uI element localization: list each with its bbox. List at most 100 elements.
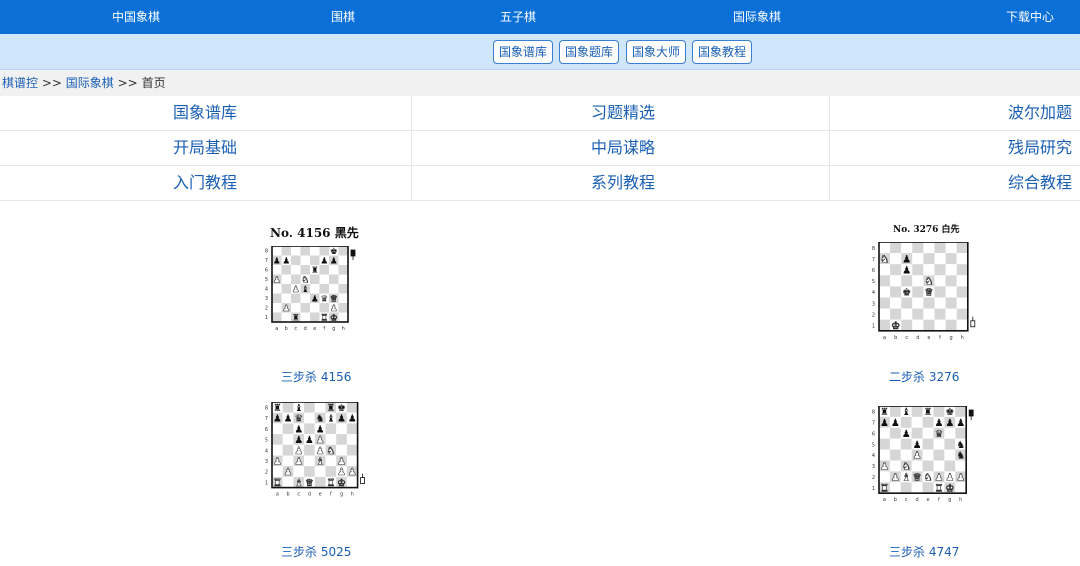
board-square [325, 466, 337, 477]
menu-general-tutorials[interactable]: 综合教程 [1008, 166, 1072, 200]
puzzle-link[interactable]: 三步杀 4156 [281, 368, 351, 385]
board-svg: 8 7 6 5 4 3 2 1 a b c d e f g h ♞ ♟♟ ♞ ♚ ♛ ♚ [872, 241, 976, 341]
board-square [944, 449, 956, 461]
black-piece-icon: ♟ [305, 435, 314, 446]
white-piece-icon: ♞ [301, 275, 309, 285]
black-piece-icon: ♟ [945, 418, 954, 429]
turn-indicator-icon [350, 249, 356, 257]
board-square [922, 460, 934, 472]
board-square [945, 297, 957, 309]
subnav-puzzle-library[interactable]: 国象题库 [559, 40, 620, 64]
white-piece-icon: ♟ [282, 304, 290, 314]
file-label: c [297, 492, 300, 498]
subnav-tutorials[interactable]: 国象教程 [692, 40, 753, 64]
menu-polgar-puzzles[interactable]: 波尔加题 [1008, 96, 1072, 130]
chess-board[interactable]: 8 7 6 5 4 3 2 1 a b c d e f g h ♚ ♟ ♟ ♟ ♟ ♜ ♟ ♞ ♟ ♝ ♟ ♛ ♛ ♟ ♟ ♜ ♜ ♚ [262, 245, 372, 346]
menu-selected-exercises[interactable]: 习题精选 [591, 96, 655, 130]
menu-row: 国象谱库 习题精选 波尔加题 [0, 96, 1080, 131]
chess-board[interactable]: 8 7 6 5 4 3 2 1 a b c d e f g h ♞ ♟ ♟ ♞ ♚ ♛ ♚ [869, 241, 981, 346]
rank-label: 4 [872, 453, 875, 459]
board-square [282, 476, 294, 488]
black-piece-icon: ♚ [902, 288, 911, 299]
file-label: g [950, 335, 953, 341]
board-square [338, 274, 348, 284]
rank-label: 4 [265, 287, 268, 293]
breadcrumb-section-link[interactable]: 国际象棋 [66, 76, 114, 90]
black-piece-icon: ♟ [282, 256, 290, 266]
board-square [282, 423, 294, 435]
board-square [934, 253, 946, 265]
chess-board[interactable]: 8 7 6 5 4 3 2 1 a b c d e f g h ♜ ♝ ♜ ♚ ♟ ♟ ♟ ♟ ♟ ♟ ♛ ♟ ♞ ♟ ♞ ♟ ♞ ♟ ♝ ♛ ♞ ♟ ♟ ♟… [869, 405, 981, 520]
board-square [911, 406, 923, 417]
black-piece-icon: ♝ [301, 285, 309, 295]
board-square [934, 308, 946, 320]
board-square [291, 265, 301, 275]
board-square [956, 297, 968, 309]
board-square [945, 286, 957, 298]
board-square [282, 444, 294, 456]
rank-label: 7 [872, 257, 875, 263]
board-square [955, 406, 967, 417]
board-square [923, 319, 935, 331]
breadcrumb-site-link[interactable]: 棋谱控 [2, 76, 38, 90]
board-square [956, 264, 968, 276]
subnav-masters[interactable]: 国象大师 [626, 40, 687, 64]
black-piece-icon: ♞ [316, 414, 325, 425]
board-square [901, 308, 913, 320]
file-label: a [883, 497, 886, 503]
board-square [900, 416, 912, 428]
rank-label: 6 [265, 427, 268, 433]
file-label: b [285, 326, 288, 332]
file-label: h [342, 326, 345, 332]
board-square [911, 427, 923, 439]
menu-row: 入门教程 系列教程 综合教程 [0, 166, 1080, 201]
white-piece-icon: ♟ [330, 304, 338, 314]
board-square [304, 444, 315, 456]
menu-opening-basics[interactable]: 开局基础 [173, 131, 237, 165]
board-square [314, 476, 326, 488]
board-square [912, 319, 924, 331]
board-square [956, 242, 968, 254]
black-piece-icon: ♟ [880, 418, 889, 429]
white-piece-icon: ♟ [284, 467, 293, 478]
puzzle-link[interactable]: 二步杀 3276 [889, 368, 959, 385]
chess-board[interactable]: 8 7 6 5 4 3 2 1 a b c d e f g h ♜ ♝ ♜ ♚ ♟ ♟ ♛ ♞ ♝ ♟ ♟ ♟ ♟ ♟ ♟ ♟ ♟ ♟ ♞ ♟ ♟ ♝ ♟ ♟… [262, 401, 374, 518]
file-label: h [351, 492, 354, 498]
nav-download-center[interactable]: 下载中心 [1006, 0, 1054, 34]
white-piece-icon: ♟ [292, 285, 300, 295]
board-square [934, 286, 946, 298]
menu-series-tutorials[interactable]: 系列教程 [591, 166, 655, 200]
subnav-game-library[interactable]: 国象谱库 [493, 40, 554, 64]
rank-label: 4 [872, 290, 875, 296]
menu-middlegame-strategy[interactable]: 中局谋略 [591, 131, 655, 165]
rank-label: 4 [265, 448, 268, 454]
white-piece-icon: ♟ [316, 435, 325, 446]
puzzle-link[interactable]: 三步杀 4747 [889, 543, 959, 560]
board-square [944, 460, 956, 472]
file-label: c [905, 335, 908, 341]
nav-international-chess[interactable]: 国际象棋 [733, 0, 781, 34]
file-label: e [927, 497, 930, 503]
white-piece-icon: ♟ [956, 473, 965, 484]
menu-divider [411, 96, 412, 201]
board-square [310, 284, 320, 294]
board-square [934, 275, 946, 287]
nav-chinese-chess[interactable]: 中国象棋 [112, 0, 160, 34]
rank-label: 6 [265, 268, 268, 274]
board-square [282, 455, 294, 467]
menu-beginner-tutorials[interactable]: 入门教程 [173, 166, 237, 200]
turn-indicator-icon [360, 477, 365, 484]
menu-endgame-study[interactable]: 残局研究 [1008, 131, 1072, 165]
nav-gomoku[interactable]: 五子棋 [500, 0, 536, 34]
board-square [944, 427, 956, 439]
board-square [281, 293, 291, 303]
board-square [272, 293, 282, 303]
file-label: e [319, 492, 322, 498]
rank-label: 5 [265, 438, 268, 444]
nav-go[interactable]: 围棋 [331, 0, 355, 34]
menu-game-library[interactable]: 国象谱库 [173, 96, 237, 130]
board-square [338, 284, 348, 294]
puzzle-link[interactable]: 三步杀 5025 [281, 543, 351, 560]
board-square [911, 416, 923, 428]
rank-label: 6 [872, 268, 875, 274]
